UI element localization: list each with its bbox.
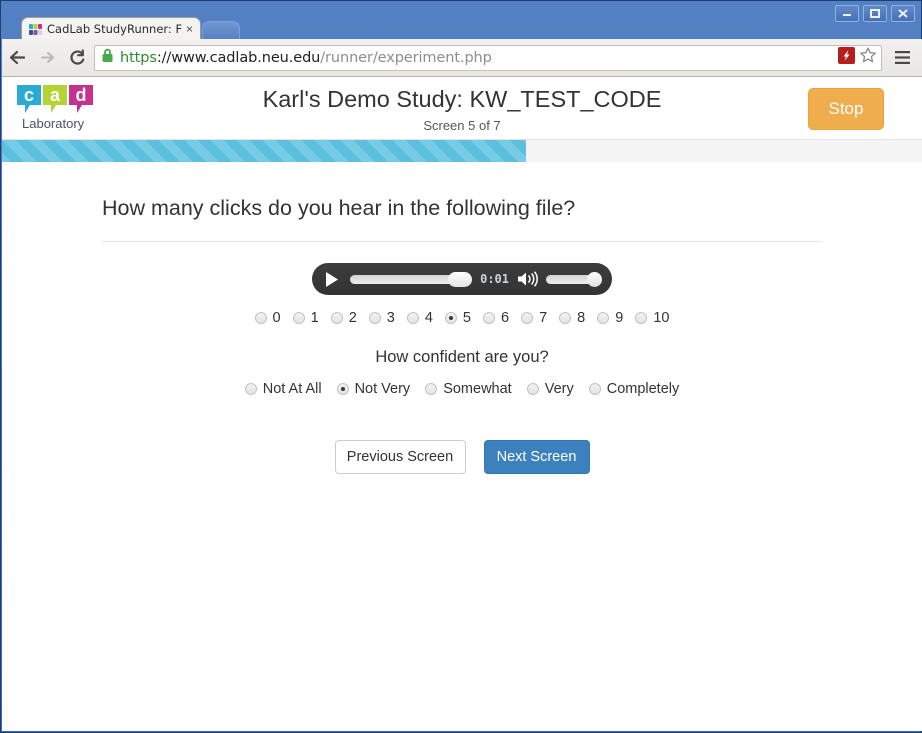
click-count-radio[interactable] (597, 312, 610, 324)
confidence-radio[interactable] (425, 383, 438, 395)
reload-icon[interactable] (62, 43, 92, 73)
previous-screen-button[interactable]: Previous Screen (334, 440, 466, 474)
click-count-label: 9 (615, 310, 624, 326)
speaker-icon[interactable] (517, 271, 539, 287)
click-count-option[interactable]: 4 (406, 310, 433, 326)
click-count-label: 0 (272, 310, 281, 326)
audio-time-label: 0:01 (480, 272, 509, 286)
url-scheme: https (120, 49, 157, 66)
site-header: c a d Laboratory Karl's Demo Study: KW_T… (2, 77, 922, 139)
audio-volume-knob[interactable] (587, 271, 602, 287)
confidence-radio[interactable] (336, 383, 349, 395)
click-count-option[interactable]: 6 (483, 310, 509, 326)
click-count-radio[interactable] (368, 312, 381, 324)
question-text: How many clicks do you hear in the follo… (102, 196, 576, 220)
click-count-option[interactable]: 7 (521, 310, 547, 326)
divider (102, 241, 822, 242)
click-count-label: 7 (539, 310, 548, 326)
confidence-radio[interactable] (244, 383, 257, 395)
screen-counter: Screen 5 of 7 (423, 118, 501, 133)
click-count-radio[interactable] (483, 312, 495, 324)
tab-title: CadLab StudyRunner: F (47, 22, 183, 36)
confidence-radio[interactable] (588, 383, 601, 395)
tab-close-icon[interactable]: × (183, 23, 196, 35)
click-count-radio[interactable] (635, 312, 648, 324)
click-count-label: 10 (653, 310, 670, 326)
url-path: /runner/experiment.php (320, 49, 492, 66)
browser-tab[interactable]: CadLab StudyRunner: F × (21, 17, 201, 40)
url-separator: :// (156, 49, 172, 66)
click-count-option[interactable]: 2 (330, 310, 357, 326)
click-count-radio[interactable] (521, 312, 534, 324)
page-viewport: c a d Laboratory Karl's Demo Study: KW_T… (2, 77, 922, 731)
click-count-radio-group: 0 1 2 3 4 5 6 7 8 9 10 (102, 310, 822, 326)
confidence-radio-group: Not At All Not Very Somewhat Very Completely (102, 381, 822, 397)
tab-strip: CadLab StudyRunner: F × (1, 17, 922, 40)
confidence-option[interactable]: Not Very (336, 381, 411, 397)
confidence-label: Very (544, 381, 574, 397)
confidence-option[interactable]: Completely (588, 381, 680, 397)
play-icon[interactable] (323, 271, 340, 288)
click-count-option[interactable]: 8 (559, 310, 585, 326)
confidence-label: Completely (606, 381, 680, 397)
lock-icon (101, 48, 114, 68)
progress-bar-track (2, 139, 922, 162)
click-count-label: 3 (386, 310, 395, 326)
confidence-option[interactable]: Very (526, 381, 574, 397)
cadlab-favicon-icon (29, 23, 42, 36)
audio-seek-slider[interactable] (350, 271, 473, 287)
navigation-buttons: Previous Screen Next Screen (102, 440, 822, 474)
forward-arrow-icon (32, 43, 62, 73)
url-text: https://www.cadlab.neu.edu/runner/experi… (120, 50, 834, 66)
click-count-label: 5 (462, 310, 471, 326)
new-tab-button[interactable] (202, 21, 240, 40)
hamburger-menu-icon[interactable] (888, 44, 916, 72)
click-count-option[interactable]: 0 (254, 310, 281, 326)
confidence-option[interactable]: Not At All (244, 381, 322, 397)
click-count-option[interactable]: 5 (444, 310, 471, 326)
click-count-radio[interactable] (406, 312, 419, 324)
address-bar[interactable]: https://www.cadlab.neu.edu/runner/experi… (94, 44, 882, 71)
click-count-option[interactable]: 9 (597, 310, 623, 326)
audio-seek-knob[interactable] (448, 271, 473, 287)
click-count-option[interactable]: 10 (635, 310, 669, 326)
click-count-radio[interactable] (292, 312, 305, 324)
back-arrow-icon[interactable] (2, 43, 32, 73)
click-count-label: 8 (577, 310, 586, 326)
stop-button[interactable]: Stop (808, 88, 884, 130)
click-count-label: 6 (501, 310, 510, 326)
confidence-label: Not Very (354, 381, 411, 397)
flash-plugin-icon[interactable] (838, 46, 855, 69)
browser-window: CadLab StudyRunner: F × https://www.cadl… (0, 0, 922, 733)
audio-player-wrapper: 0:01 (102, 263, 822, 295)
next-screen-button[interactable]: Next Screen (483, 440, 590, 474)
confidence-question: How confident are you? (375, 348, 549, 366)
click-count-label: 4 (424, 310, 433, 326)
confidence-label: Somewhat (443, 381, 512, 397)
audio-volume-slider[interactable] (546, 271, 602, 287)
progress-bar-fill (2, 140, 527, 162)
click-count-option[interactable]: 1 (292, 310, 319, 326)
click-count-radio[interactable] (330, 312, 343, 324)
page-title: Karl's Demo Study: KW_TEST_CODE (262, 86, 662, 112)
main-content: How many clicks do you hear in the follo… (2, 196, 922, 474)
click-count-label: 1 (310, 310, 319, 326)
star-icon[interactable] (859, 46, 877, 69)
click-count-label: 2 (348, 310, 357, 326)
audio-player[interactable]: 0:01 (312, 263, 612, 295)
title-bar: CadLab StudyRunner: F × (1, 1, 922, 40)
click-count-radio[interactable] (254, 312, 267, 324)
browser-toolbar: https://www.cadlab.neu.edu/runner/experi… (2, 39, 922, 77)
click-count-radio[interactable] (444, 312, 457, 324)
confidence-radio[interactable] (526, 383, 539, 395)
confidence-option[interactable]: Somewhat (425, 381, 512, 397)
url-host: www.cadlab.neu.edu (171, 49, 321, 66)
click-count-option[interactable]: 3 (368, 310, 395, 326)
click-count-radio[interactable] (559, 312, 572, 324)
confidence-label: Not At All (262, 381, 322, 397)
